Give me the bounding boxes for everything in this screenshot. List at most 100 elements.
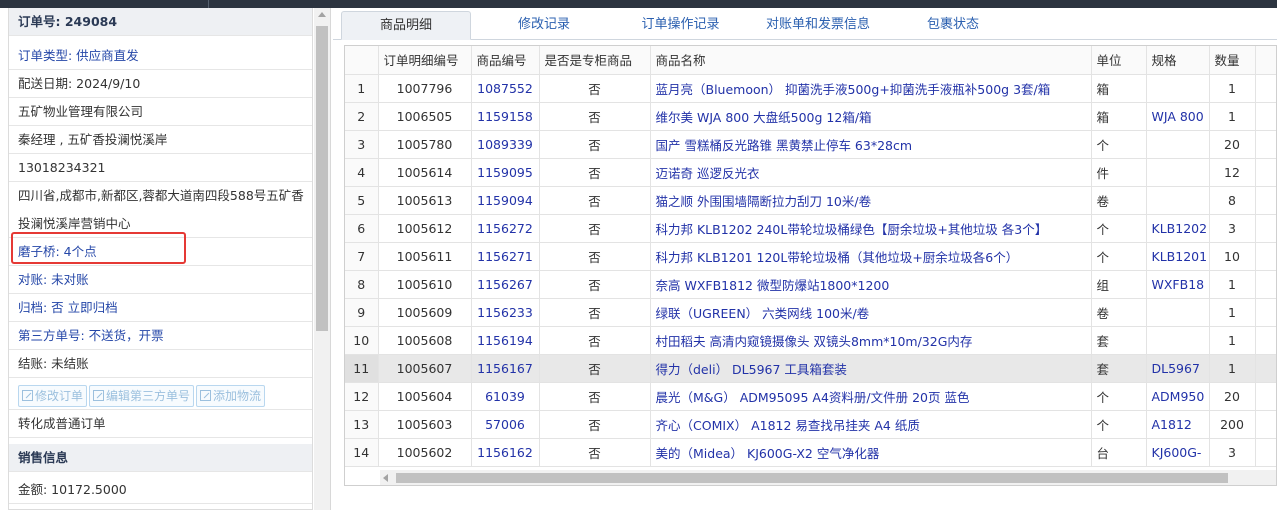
- mozi-qiao-text[interactable]: 磨子桥: 4个点: [18, 244, 97, 259]
- column-header[interactable]: 订单明细编号: [378, 46, 472, 75]
- counter-flag-cell: 否: [539, 326, 651, 355]
- table-row[interactable]: 14 1005602 1156162 否美的（Midea） KJ600G-X2 空气净…: [345, 438, 1276, 467]
- spec-cell: WJA 800: [1146, 102, 1210, 131]
- product-name-cell[interactable]: 美的（Midea） KJ600G-X2 空气净化器: [650, 438, 1092, 467]
- unit-cell: 箱: [1091, 102, 1147, 131]
- column-header[interactable]: 商品名称: [650, 46, 1092, 75]
- product-id-cell[interactable]: 1156271: [471, 242, 540, 271]
- order-number: 订单号: 249084: [9, 8, 312, 36]
- product-name-cell[interactable]: 科力邦 KLB1202 240L带轮垃圾桶绿色【厨余垃圾+其他垃圾 各3个】: [650, 214, 1092, 243]
- quantity-cell: 12: [1209, 158, 1256, 187]
- product-name-cell[interactable]: 晨光（M&G） ADM95095 A4资料册/文件册 20页 蓝色: [650, 382, 1092, 411]
- product-name-cell[interactable]: 齐心（COMIX） A1812 易查找吊挂夹 A4 纸质: [650, 410, 1092, 439]
- detail-id-cell: 1006505: [378, 102, 472, 131]
- tab-modify-records[interactable]: 修改记录: [483, 11, 605, 40]
- tab-statement-invoice[interactable]: 对账单和发票信息: [753, 11, 883, 40]
- empty-cell: [1255, 382, 1276, 411]
- table-row[interactable]: 3 1005780 1089339 否国产 雪糕桶反光路锥 黑黄禁止停车 63*28c…: [345, 130, 1276, 159]
- product-id-cell[interactable]: 1159158: [471, 102, 540, 131]
- table-row[interactable]: 13 1005603 57006 否齐心（COMIX） A1812 易查找吊挂夹 A4…: [345, 410, 1276, 439]
- order-type: 订单类型: 供应商直发: [9, 42, 312, 70]
- reconcile-row[interactable]: 对账: 未对账: [9, 266, 312, 294]
- archive-text[interactable]: 归档: 否 立即归档: [18, 300, 118, 315]
- quantity-cell: 20: [1209, 382, 1256, 411]
- table-row[interactable]: 8 1005610 1156267 否奈高 WXFB1812 微型防爆站1800*12…: [345, 270, 1276, 299]
- scroll-left-arrow-icon[interactable]: [383, 474, 388, 482]
- spec-cell: [1146, 326, 1210, 355]
- table-row[interactable]: 9 1005609 1156233 否绿联（UGREEN） 六类网线 100米/卷卷 1: [345, 298, 1276, 327]
- product-id-cell[interactable]: 1156267: [471, 270, 540, 299]
- column-header[interactable]: 单位: [1091, 46, 1147, 75]
- product-name-cell[interactable]: 迈诺奇 巡逻反光衣: [650, 158, 1092, 187]
- product-id-cell[interactable]: 1156272: [471, 214, 540, 243]
- edit-order-button[interactable]: 修改订单: [18, 385, 88, 407]
- tab-product-details[interactable]: 商品明细: [341, 11, 471, 40]
- table-row[interactable]: 12 1005604 61039 否晨光（M&G） ADM95095 A4资料册/文件…: [345, 382, 1276, 411]
- product-name-cell[interactable]: 得力（deli） DL5967 工具箱套装: [650, 354, 1092, 383]
- edit-order-label: 修改订单: [35, 389, 84, 403]
- edit-icon: [22, 390, 33, 401]
- archive-row[interactable]: 归档: 否 立即归档: [9, 294, 312, 322]
- product-name-cell[interactable]: 维尔美 WJA 800 大盘纸500g 12箱/箱: [650, 102, 1092, 131]
- spec-cell: KLB1201: [1146, 242, 1210, 271]
- table-row[interactable]: 2 1006505 1159158 否维尔美 WJA 800 大盘纸500g 12箱/…: [345, 102, 1276, 131]
- left-scrollbar[interactable]: [314, 8, 330, 510]
- counter-flag-cell: 否: [539, 438, 651, 467]
- third-party-row[interactable]: 第三方单号: 不送货，开票: [9, 322, 312, 350]
- edit-third-party-button[interactable]: 编辑第三方单号: [89, 385, 195, 407]
- counter-flag-cell: 否: [539, 354, 651, 383]
- column-header[interactable]: 规格: [1146, 46, 1210, 75]
- product-id-cell[interactable]: 1159094: [471, 186, 540, 215]
- table-row[interactable]: 7 1005611 1156271 否科力邦 KLB1201 120L带轮垃圾桶（其他…: [345, 242, 1276, 271]
- table-row[interactable]: 6 1005612 1156272 否科力邦 KLB1202 240L带轮垃圾桶绿色【…: [345, 214, 1276, 243]
- counter-flag-cell: 否: [539, 186, 651, 215]
- order-action-buttons: 修改订单 编辑第三方单号 添加物流: [9, 378, 312, 410]
- table-row[interactable]: 4 1005614 1159095 否迈诺奇 巡逻反光衣件 12: [345, 158, 1276, 187]
- column-header[interactable]: 是否是专柜商品: [539, 46, 651, 75]
- product-name-cell[interactable]: 国产 雪糕桶反光路锥 黑黄禁止停车 63*28cm: [650, 130, 1092, 159]
- tab-bar: 商品明细 修改记录 订单操作记录 对账单和发票信息 包裹状态: [333, 8, 1277, 40]
- delivery-address: 四川省,成都市,新都区,蓉都大道南四段588号五矿香投澜悦溪岸营销中心: [9, 182, 312, 238]
- product-name-cell[interactable]: 奈高 WXFB1812 微型防爆站1800*1200: [650, 270, 1092, 299]
- quantity-cell: 1: [1209, 326, 1256, 355]
- table-row[interactable]: 1 1007796 1087552 否蓝月亮（Bluemoon） 抑菌洗手液500g+…: [345, 74, 1276, 103]
- product-id-cell[interactable]: 1087552: [471, 74, 540, 103]
- column-header[interactable]: 数量: [1209, 46, 1256, 75]
- product-id-cell[interactable]: 1156194: [471, 326, 540, 355]
- tab-package-status[interactable]: 包裹状态: [893, 11, 1013, 40]
- table-horizontal-scrollbar[interactable]: [380, 470, 1276, 485]
- product-name-cell[interactable]: 村田稻夫 高清内窥镜摄像头 双镜头8mm*10m/32G内存: [650, 326, 1092, 355]
- product-id-cell[interactable]: 1156233: [471, 298, 540, 327]
- scrollbar-thumb[interactable]: [396, 473, 1228, 483]
- table-row[interactable]: 5 1005613 1159094 否猫之顺 外围围墙隔断拉力刮刀 10米/卷卷 8: [345, 186, 1276, 215]
- table-row[interactable]: 11 1005607 1156167 否得力（deli） DL5967 工具箱套装套 D…: [345, 354, 1276, 383]
- table-row[interactable]: 10 1005608 1156194 否村田稻夫 高清内窥镜摄像头 双镜头8mm*10…: [345, 326, 1276, 355]
- third-party-text[interactable]: 第三方单号: 不送货，开票: [18, 328, 164, 343]
- product-id-cell[interactable]: 57006: [471, 410, 540, 439]
- product-name-cell[interactable]: 绿联（UGREEN） 六类网线 100米/卷: [650, 298, 1092, 327]
- quantity-cell: 1: [1209, 102, 1256, 131]
- add-logistics-button[interactable]: 添加物流: [196, 385, 266, 407]
- product-name-cell[interactable]: 猫之顺 外围围墙隔断拉力刮刀 10米/卷: [650, 186, 1092, 215]
- product-id-cell[interactable]: 1156167: [471, 354, 540, 383]
- column-header[interactable]: 商品编号: [471, 46, 540, 75]
- reconcile-text[interactable]: 对账: 未对账: [18, 272, 89, 287]
- mozi-qiao-row[interactable]: 磨子桥: 4个点: [9, 238, 312, 266]
- product-id-cell[interactable]: 1156162: [471, 438, 540, 467]
- counter-flag-cell: 否: [539, 270, 651, 299]
- counter-flag-cell: 否: [539, 102, 651, 131]
- tab-operation-records[interactable]: 订单操作记录: [618, 11, 743, 40]
- order-type-text: 订单类型: 供应商直发: [18, 48, 139, 63]
- product-id-cell[interactable]: 61039: [471, 382, 540, 411]
- convert-order-link[interactable]: 转化成普通订单: [9, 410, 312, 438]
- scrollbar-thumb[interactable]: [316, 26, 328, 331]
- empty-cell: [1255, 354, 1276, 383]
- product-id-cell[interactable]: 1089339: [471, 130, 540, 159]
- row-number: 11: [345, 354, 379, 383]
- detail-id-cell: 1005612: [378, 214, 472, 243]
- scroll-up-arrow-icon[interactable]: [318, 12, 326, 17]
- row-number: 10: [345, 326, 379, 355]
- product-name-cell[interactable]: 蓝月亮（Bluemoon） 抑菌洗手液500g+抑菌洗手液瓶补500g 3套/箱: [650, 74, 1092, 103]
- product-name-cell[interactable]: 科力邦 KLB1201 120L带轮垃圾桶（其他垃圾+厨余垃圾各6个）: [650, 242, 1092, 271]
- product-id-cell[interactable]: 1159095: [471, 158, 540, 187]
